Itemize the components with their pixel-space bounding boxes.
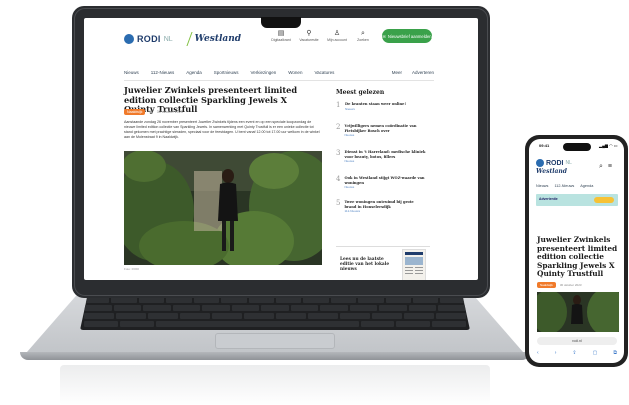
vacaturesite-button[interactable]: ⚲ Vacaturesite — [296, 30, 322, 42]
phone-screen: 09:41 ▂▄▆ ◠ ▭ RODI NL Westland ⌕ ≡ Nieuw… — [529, 139, 624, 363]
nav-item-sportnieuws[interactable]: Sportnieuws — [214, 70, 239, 80]
logo-suffix: NL — [163, 35, 173, 43]
laptop-keyboard — [80, 294, 470, 330]
phone-nav: Nieuws 112-Nieuws Agenda — [536, 184, 593, 188]
laptop-base-edge — [20, 352, 530, 360]
laptop-camera-notch — [261, 17, 301, 28]
nav-item-112-nieuws[interactable]: 112-Nieuws — [554, 184, 574, 188]
nav-item-vacatures[interactable]: Vacatures — [314, 70, 334, 80]
ad-label: Advertentie — [539, 197, 558, 201]
forward-icon[interactable]: › — [555, 350, 557, 356]
region-name: Westland — [194, 34, 242, 44]
logo-slash-icon — [175, 32, 193, 46]
status-time: 09:41 — [539, 143, 550, 148]
nav-item-agenda[interactable]: Agenda — [186, 70, 202, 80]
browser-url-bar[interactable]: rodi.nl — [537, 337, 617, 345]
nav-item-wonen[interactable]: Wonen — [288, 70, 302, 80]
phone-region-name: Westland — [536, 168, 567, 175]
browser-toolbar: ‹ › ⇪ ▢ ⧉ — [537, 350, 617, 356]
main-nav: Nieuws 112-Nieuws Agenda Sportnieuws Ver… — [124, 70, 434, 80]
logo-text: RODI — [137, 34, 161, 44]
article-lead: Aanstaande zondag 26 november presenteer… — [124, 120, 320, 139]
popular-item[interactable]: 3 Dienst in 't Harreland: medische klini… — [336, 149, 426, 163]
menu-icon[interactable]: ≡ — [608, 163, 612, 171]
subscribe-button[interactable]: ✉ Nieuwsbrief aanmelden — [382, 29, 432, 43]
user-icon: ♙ — [333, 30, 341, 37]
logo-mark-icon — [124, 34, 134, 44]
article-meta: Naaldwijk ▦ 30 oktober 2023 — [124, 109, 183, 115]
share-icon[interactable]: ⇪ — [572, 350, 576, 356]
photo-caption: Foto: RODI — [124, 267, 140, 271]
article-tag[interactable]: Naaldwijk — [124, 109, 146, 115]
nav-divider — [124, 80, 434, 81]
popular-item[interactable]: 5 Twee woningen ontruimd bij grote brand… — [336, 199, 426, 213]
site-logo[interactable]: RODI NL Westland — [124, 32, 241, 46]
phone-site-logo[interactable]: RODI NL — [536, 159, 572, 167]
ad-button[interactable] — [594, 197, 614, 203]
mail-icon: ✉ — [382, 33, 386, 39]
bookmarks-icon[interactable]: ▢ — [593, 350, 598, 356]
sidebar-title: Meest gelezen — [336, 89, 385, 96]
status-icons: ▂▄▆ ◠ ▭ — [599, 143, 618, 148]
tabs-icon[interactable]: ⧉ — [613, 350, 617, 356]
popular-item[interactable]: 1 De kranten staan weer online! Nieuws — [336, 102, 426, 111]
article-photo — [124, 151, 322, 265]
nav-item-adverteren[interactable]: Adverteren — [412, 70, 434, 80]
photo-illustration — [537, 292, 619, 332]
pin-icon: ⚲ — [306, 30, 312, 37]
phone-article-headline: Juwelier Zwinkels presenteert limited ed… — [537, 235, 618, 279]
laptop-screen: RODI NL Westland ▤ Digitaalkrant ⚲ Vacatur… — [84, 18, 478, 280]
phone-dynamic-island — [563, 143, 591, 151]
back-icon[interactable]: ‹ — [537, 350, 539, 356]
newspaper-icon: ▤ — [277, 30, 285, 37]
logo-mark-icon — [536, 159, 544, 167]
article-date: 30 oktober 2023 — [559, 283, 582, 287]
laptop-trackpad[interactable] — [215, 333, 335, 349]
digitaalkrant-button[interactable]: ▤ Digitaalkrant — [268, 30, 294, 42]
newspaper-icon — [405, 252, 423, 274]
popular-item[interactable]: 2 Vrijwilligers nemen coördinatie van Fi… — [336, 123, 426, 137]
nav-item-nieuws[interactable]: Nieuws — [536, 184, 548, 188]
popular-item[interactable]: 4 Ook in Westland stijgt WOZ-waarde van … — [336, 175, 426, 189]
account-button[interactable]: ♙ Mijn account — [324, 30, 350, 42]
promo-text: Lees nu de laatste editie van het lokale… — [340, 257, 390, 272]
phone-article-meta: Naaldwijk 30 oktober 2023 — [537, 282, 582, 288]
nav-item-nieuws[interactable]: Nieuws — [124, 70, 139, 80]
phone-ad-banner[interactable]: Advertentie — [536, 194, 618, 206]
newspaper-thumbnail — [402, 249, 426, 280]
nav-item-112-nieuws[interactable]: 112-Nieuws — [151, 70, 174, 80]
search-icon[interactable]: ⌕ — [599, 163, 603, 171]
phone-header-icons: ⌕ ≡ — [599, 163, 612, 171]
phone-article-photo — [537, 292, 619, 332]
laptop-reflection — [60, 365, 490, 405]
nav-item-agenda[interactable]: Agenda — [580, 184, 593, 188]
article-date: 30 oktober 2023 — [156, 110, 183, 114]
photo-illustration — [124, 151, 322, 265]
search-icon: ⌕ — [361, 30, 365, 37]
nav-item-verkiezingen[interactable]: Verkiezingen — [250, 70, 276, 80]
calendar-icon: ▦ — [149, 110, 153, 114]
nav-item-meer[interactable]: Meer — [392, 70, 402, 80]
newspaper-promo[interactable]: Lees nu de laatste editie van het lokale… — [336, 246, 430, 280]
search-button[interactable]: ⌕ Zoeken — [350, 30, 376, 42]
article-tag[interactable]: Naaldwijk — [537, 282, 556, 288]
